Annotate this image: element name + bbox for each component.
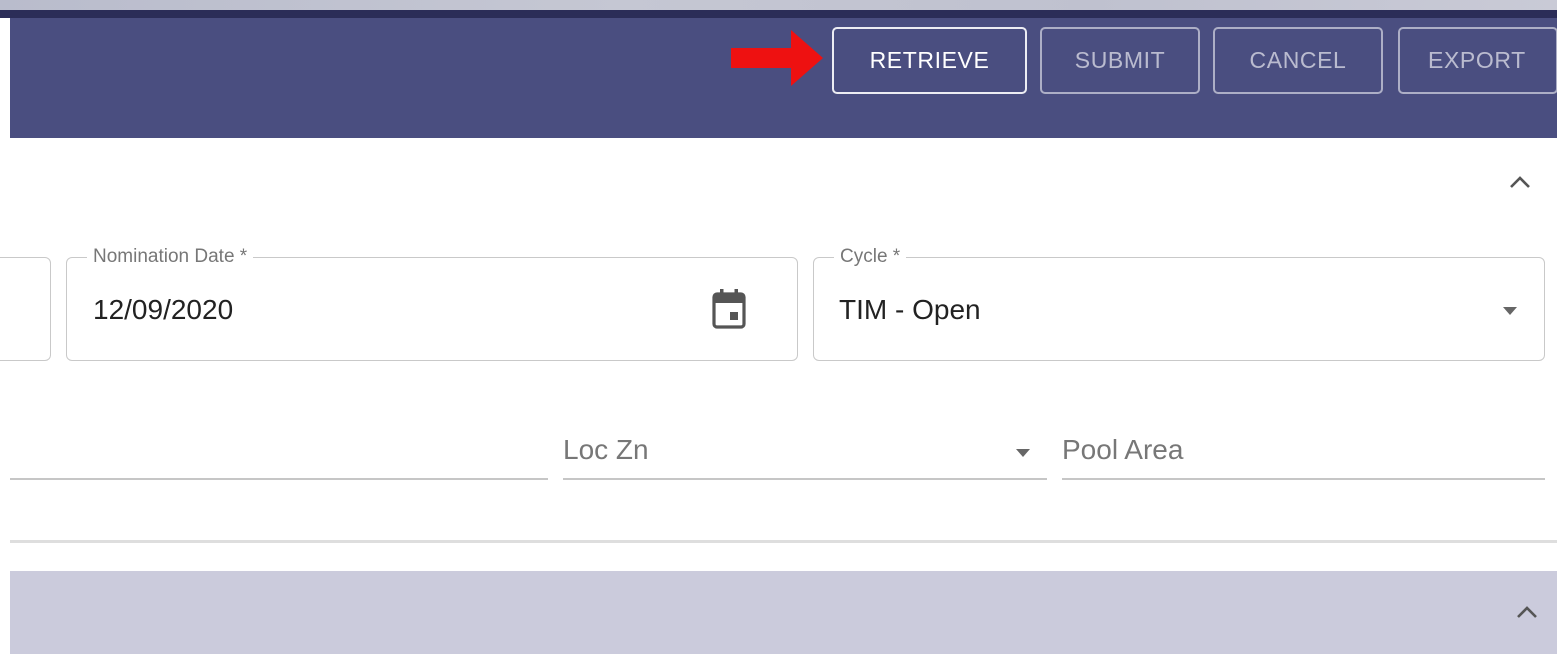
cycle-select[interactable]: Cycle * TIM - Open (813, 246, 1545, 361)
page: RETRIEVE SUBMIT CANCEL EXPORT Nomination… (0, 0, 1557, 654)
red-arrow-icon (731, 30, 823, 86)
pool-area-placeholder: Pool Area (1062, 434, 1184, 465)
collapsible-section-header[interactable] (10, 571, 1557, 654)
dropdown-caret-icon[interactable] (1014, 448, 1032, 458)
section-divider (10, 540, 1557, 543)
loc-zn-select[interactable]: Loc Zn (563, 425, 1047, 480)
dropdown-caret-icon[interactable] (1501, 306, 1519, 316)
partial-underlined-field[interactable] (10, 425, 548, 480)
cycle-value[interactable]: TIM - Open (839, 294, 981, 326)
nomination-date-value[interactable]: 12/09/2020 (93, 294, 233, 326)
partial-field[interactable] (0, 257, 51, 361)
submit-button[interactable]: SUBMIT (1040, 27, 1200, 94)
chevron-up-icon[interactable] (1513, 602, 1541, 622)
nomination-date-field[interactable]: Nomination Date * 12/09/2020 (66, 246, 798, 361)
retrieve-button[interactable]: RETRIEVE (832, 27, 1027, 94)
cancel-button[interactable]: CANCEL (1213, 27, 1383, 94)
top-border (0, 10, 1557, 18)
nomination-date-label: Nomination Date * (87, 246, 254, 268)
export-button[interactable]: EXPORT (1398, 27, 1557, 94)
chevron-up-icon[interactable] (1506, 172, 1534, 192)
loc-zn-placeholder: Loc Zn (563, 434, 649, 465)
cycle-label: Cycle * (834, 246, 907, 268)
pool-area-field[interactable]: Pool Area (1062, 425, 1545, 480)
calendar-icon[interactable] (711, 289, 747, 329)
